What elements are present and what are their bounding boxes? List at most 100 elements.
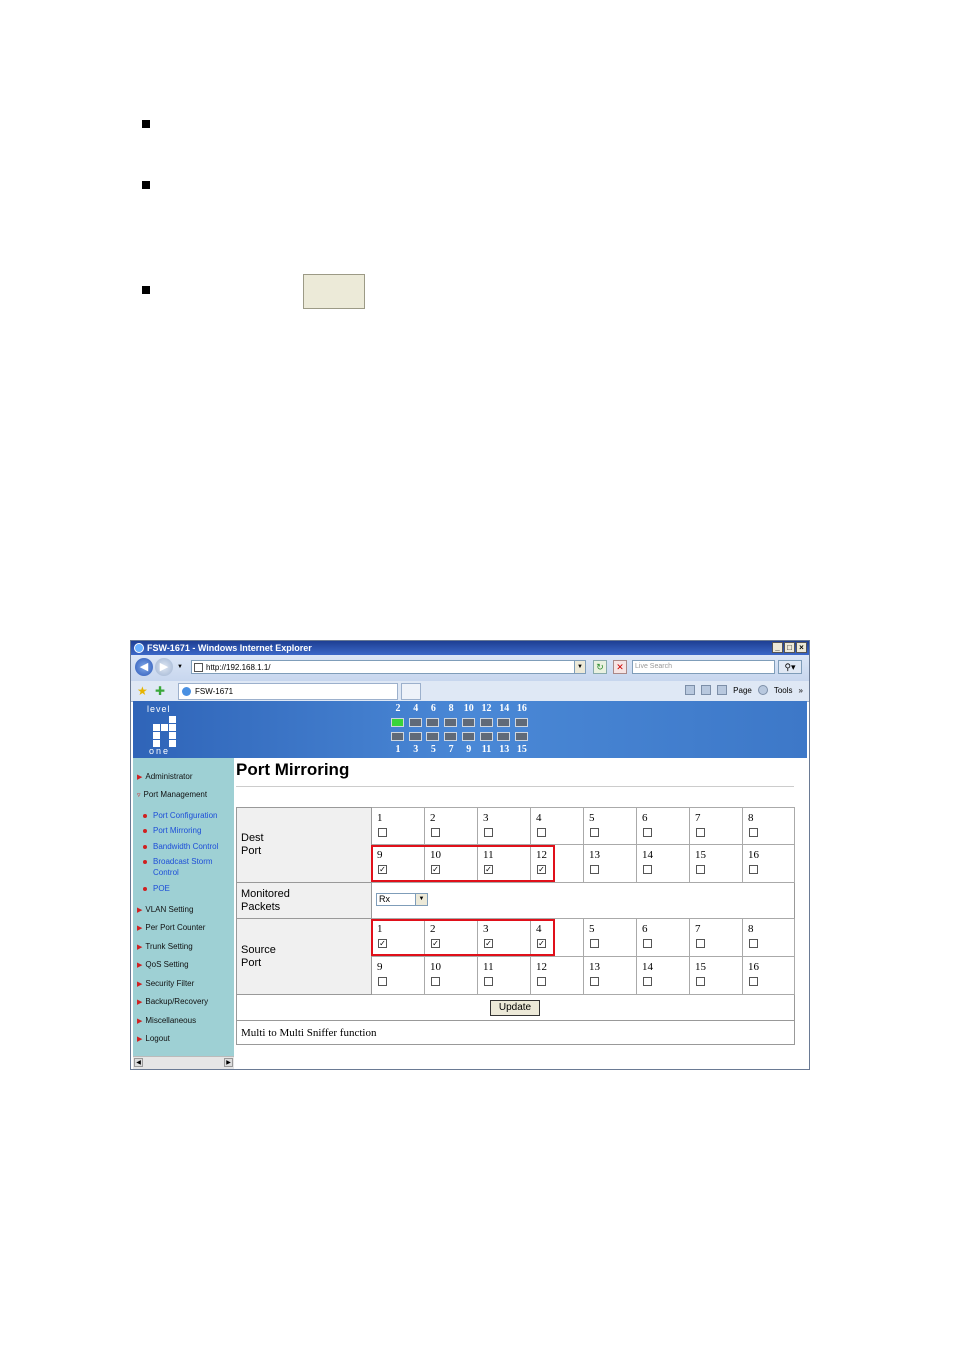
home-icon[interactable] (685, 685, 696, 695)
port-number-bottom: 9 (466, 744, 472, 755)
source-port-label: Source Port (236, 919, 372, 995)
search-input[interactable]: Live Search (632, 660, 775, 674)
port-number-top: 14 (499, 703, 510, 714)
source-port-label-line1: Source (241, 943, 276, 956)
sidebar-subitem[interactable]: Port Mirroring (143, 826, 201, 836)
dest-port-cell: 14 (637, 845, 690, 883)
source-port-checkbox[interactable] (431, 977, 440, 986)
dest-port-checkbox[interactable] (484, 828, 493, 837)
sidebar-item[interactable]: ▶ Backup/Recovery (137, 997, 208, 1008)
dest-port-checkbox[interactable] (749, 865, 758, 874)
add-favorites-icon[interactable]: ✚ (155, 684, 165, 698)
scroll-right-icon[interactable]: ▶ (224, 1058, 233, 1067)
port-number-top: 4 (413, 703, 419, 714)
address-dropdown-icon[interactable]: ▼ (574, 661, 585, 673)
source-port-checkbox[interactable] (590, 939, 599, 948)
sidebar-item[interactable]: ▶ Miscellaneous (137, 1016, 196, 1027)
minimize-button[interactable]: _ (772, 642, 783, 653)
dest-port-checkbox[interactable] (378, 828, 387, 837)
source-port-checkbox[interactable] (696, 939, 705, 948)
source-port-number: 10 (430, 961, 441, 973)
port-led-top (461, 718, 475, 727)
sidebar-subitem[interactable]: Port Configuration (143, 811, 217, 821)
page-icon (194, 663, 203, 672)
tools-menu[interactable]: Tools (774, 686, 793, 695)
favorites-star-icon[interactable]: ★ (137, 684, 148, 698)
sidebar-item[interactable]: ▿ Port Management (137, 790, 207, 801)
close-button[interactable]: × (796, 642, 807, 653)
sidebar-scrollbar[interactable]: ◀ ▶ (133, 1056, 234, 1069)
refresh-icon[interactable]: ↻ (593, 660, 607, 674)
source-port-checkbox[interactable] (749, 977, 758, 986)
source-port-checkbox[interactable] (590, 977, 599, 986)
bullet-dot-icon (143, 844, 147, 849)
dest-port-checkbox[interactable] (696, 828, 705, 837)
sidebar-item-label: Logout (145, 1034, 170, 1043)
sidebar-subitem[interactable]: POE (143, 884, 170, 894)
back-button[interactable]: ◀ (135, 658, 153, 676)
dest-port-cell: 15 (690, 845, 743, 883)
sidebar-item-label: Administrator (145, 772, 193, 781)
port-led-bottom (444, 732, 458, 741)
port-status-panel: 2 4 6 8 10 12 14 16 1 3 5 7 9 11 13 15 (391, 701, 531, 758)
dest-port-checkbox[interactable] (696, 865, 705, 874)
sidebar-item[interactable]: ▶ Security Filter (137, 979, 194, 990)
dest-port-checkbox[interactable] (643, 865, 652, 874)
address-toolbar: ◀ ▶ ▼ http://192.168.1.1/ ▼ ↻ ✕ Live Sea… (131, 655, 809, 681)
feeds-icon[interactable] (701, 685, 712, 695)
dest-port-checkbox[interactable] (431, 828, 440, 837)
tab-fsw[interactable]: FSW-1671 (178, 683, 398, 700)
sidebar-subitem[interactable]: Broadcast Storm (143, 857, 213, 867)
window-title: FSW-1671 - Windows Internet Explorer (147, 643, 312, 653)
source-port-checkbox[interactable] (484, 977, 493, 986)
dest-port-checkbox[interactable] (590, 865, 599, 874)
more-chevron-icon[interactable]: » (799, 686, 803, 695)
monitored-packets-select[interactable]: Rx ▼ (376, 893, 428, 906)
sidebar-item[interactable]: ▶ Trunk Setting (137, 942, 193, 953)
update-button[interactable]: Update (490, 1000, 540, 1016)
source-port-number: 15 (695, 961, 706, 973)
source-port-checkbox[interactable] (749, 939, 758, 948)
source-port-checkbox[interactable] (643, 977, 652, 986)
source-port-number: 14 (642, 961, 653, 973)
dest-port-cell: 8 (743, 807, 795, 845)
source-port-checkbox[interactable] (643, 939, 652, 948)
source-port-number: 16 (748, 961, 759, 973)
sidebar-subitem[interactable]: Control (143, 868, 179, 878)
sidebar-subitem-label: Broadcast Storm (153, 857, 213, 866)
dest-port-checkbox[interactable] (749, 828, 758, 837)
history-dropdown-icon[interactable]: ▼ (177, 664, 183, 670)
dest-port-checkbox[interactable] (643, 828, 652, 837)
sidebar-item[interactable]: ▶ Per Port Counter (137, 923, 205, 934)
dest-port-checkbox[interactable] (590, 828, 599, 837)
dest-port-checkbox[interactable] (537, 828, 546, 837)
dest-port-number: 13 (589, 849, 600, 861)
sidebar-subitem[interactable]: Bandwidth Control (143, 842, 218, 852)
stop-icon[interactable]: ✕ (613, 660, 627, 674)
forward-button[interactable]: ▶ (155, 658, 173, 676)
highlight-source-box (371, 919, 555, 956)
maximize-button[interactable]: □ (784, 642, 795, 653)
source-port-checkbox[interactable] (696, 977, 705, 986)
page-menu[interactable]: Page (733, 686, 752, 695)
port-number-bottom: 7 (448, 744, 454, 755)
sidebar-item[interactable]: ▶ Administrator (137, 772, 193, 783)
source-port-checkbox[interactable] (378, 977, 387, 986)
source-port-checkbox[interactable] (537, 977, 546, 986)
print-icon[interactable] (717, 685, 728, 695)
sidebar-item[interactable]: ▶ QoS Setting (137, 960, 189, 971)
select-dropdown-icon[interactable]: ▼ (415, 894, 427, 905)
sidebar-item[interactable]: ▶ Logout (137, 1034, 170, 1045)
logo-top-text: level (147, 704, 171, 714)
port-number-bottom: 5 (430, 744, 436, 755)
sidebar-item[interactable]: ▶ VLAN Setting (137, 905, 193, 916)
scroll-left-icon[interactable]: ◀ (134, 1058, 143, 1067)
arrow-icon: ▶ (137, 907, 143, 914)
search-icon[interactable]: ⚲▾ (778, 660, 802, 674)
dest-port-cell: 4 (531, 807, 584, 845)
new-tab-button[interactable] (401, 683, 421, 700)
sidebar-item-label: Security Filter (145, 979, 195, 988)
address-field[interactable]: http://192.168.1.1/ ▼ (191, 660, 586, 674)
source-port-number: 12 (536, 961, 547, 973)
monitored-packets-label: Monitored Packets (236, 883, 372, 919)
